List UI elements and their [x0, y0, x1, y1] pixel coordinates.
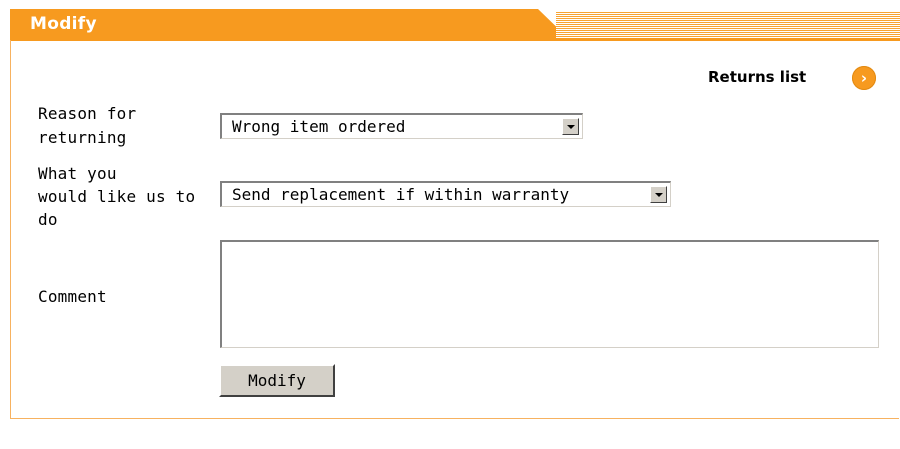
panel-title: Modify [30, 14, 97, 34]
panel-header: Modify [0, 0, 900, 42]
action-label-line1: What you [38, 164, 117, 183]
chevron-down-icon[interactable] [650, 186, 667, 203]
chevron-right-circle-icon[interactable]: › [852, 66, 876, 90]
chevron-down-icon[interactable] [562, 118, 579, 135]
panel-frame [10, 40, 899, 419]
reason-label-line2: returning [38, 128, 127, 147]
action-select[interactable]: Send replacement if within warranty [220, 181, 671, 207]
returns-list-link[interactable]: Returns list [708, 66, 806, 88]
reason-select-value: Wrong item ordered [232, 117, 406, 136]
header-stripes [556, 12, 900, 38]
reason-select[interactable]: Wrong item ordered [220, 113, 583, 139]
action-label-line3: do [38, 210, 58, 229]
modify-button[interactable]: Modify [219, 364, 335, 397]
comment-label: Comment [38, 287, 107, 306]
comment-field[interactable] [220, 240, 879, 348]
action-select-value: Send replacement if within warranty [232, 185, 570, 204]
action-label-line2: would like us to [38, 187, 196, 206]
reason-label-line1: Reason for [38, 104, 137, 123]
